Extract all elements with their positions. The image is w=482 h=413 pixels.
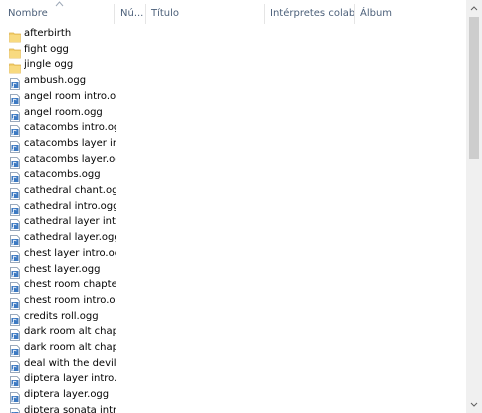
file-row[interactable]: diptera sonata intro... bbox=[6, 403, 116, 413]
audio-file-icon bbox=[9, 107, 21, 122]
audio-file-icon bbox=[9, 264, 21, 279]
file-name: angel room.ogg bbox=[24, 106, 103, 118]
audio-file-icon bbox=[9, 91, 21, 106]
file-row[interactable]: catacombs intro.ogg bbox=[6, 120, 116, 138]
file-row[interactable]: diptera layer intro.o... bbox=[6, 371, 116, 389]
audio-file-icon bbox=[9, 373, 21, 389]
folder-row[interactable]: afterbirth bbox=[6, 26, 112, 43]
audio-file-icon bbox=[9, 138, 21, 153]
file-list: afterbirth fight ogg jingle ogg ambush.ogg a… bbox=[0, 26, 466, 413]
vertical-scrollbar[interactable] bbox=[466, 0, 482, 413]
audio-file-icon bbox=[9, 311, 21, 326]
column-header-artists[interactable]: Intérpretes colabo... bbox=[264, 0, 354, 26]
file-row[interactable]: catacombs layer int... bbox=[6, 136, 116, 153]
file-row[interactable]: credits roll.ogg bbox=[6, 309, 112, 326]
audio-file-icon bbox=[9, 216, 21, 232]
file-name: chest layer intro.ogg bbox=[24, 247, 116, 259]
file-name: chest room intro.ogg bbox=[24, 294, 116, 306]
file-row[interactable]: cathedral layer.ogg bbox=[6, 230, 116, 247]
file-row[interactable]: diptera layer.ogg bbox=[6, 387, 112, 404]
column-header-bar: Nombre Nú... Título Intérpretes colabo..… bbox=[0, 0, 466, 26]
file-name: diptera sonata intro... bbox=[24, 404, 116, 413]
folder-icon bbox=[9, 59, 21, 74]
file-name: ambush.ogg bbox=[24, 75, 87, 87]
file-name: dark room alt chapt... bbox=[24, 342, 116, 353]
file-name: jingle ogg bbox=[24, 59, 74, 71]
file-name: catacombs.ogg bbox=[24, 169, 101, 181]
folder-row[interactable]: fight ogg bbox=[6, 42, 112, 59]
audio-file-icon bbox=[9, 122, 21, 138]
file-name: catacombs layer.ogg bbox=[24, 153, 116, 165]
file-row[interactable]: deal with the devil.... bbox=[6, 356, 116, 373]
file-name: chest layer.ogg bbox=[24, 263, 101, 275]
folder-icon bbox=[9, 28, 21, 43]
audio-file-icon bbox=[9, 232, 21, 247]
audio-file-icon bbox=[9, 185, 21, 200]
audio-file-icon bbox=[9, 154, 21, 169]
chevron-up-icon[interactable] bbox=[466, 0, 482, 17]
audio-file-icon bbox=[9, 295, 21, 310]
file-name: catacombs layer int... bbox=[24, 137, 116, 149]
file-name: cathedral layer.ogg bbox=[24, 232, 116, 244]
file-row[interactable]: cathedral intro.ogg bbox=[6, 199, 116, 216]
file-name: cathedral layer intro... bbox=[24, 216, 116, 228]
file-name: diptera layer.ogg bbox=[24, 389, 110, 401]
file-row[interactable]: ambush.ogg bbox=[6, 73, 112, 90]
file-name: catacombs intro.ogg bbox=[24, 122, 116, 134]
file-row[interactable]: chest room intro.ogg bbox=[6, 293, 116, 310]
folder-row[interactable]: jingle ogg bbox=[6, 57, 112, 74]
file-name: angel room intro.ogg bbox=[24, 90, 116, 102]
file-row[interactable]: chest room chapter... bbox=[6, 277, 116, 295]
file-row[interactable]: catacombs.ogg bbox=[6, 167, 112, 185]
file-name: chest room chapter... bbox=[24, 279, 116, 291]
file-name: afterbirth bbox=[24, 28, 72, 39]
audio-file-icon bbox=[9, 389, 21, 404]
file-row[interactable]: dark room alt chapt... bbox=[6, 340, 116, 357]
file-row[interactable]: dark room alt chapt... bbox=[6, 324, 116, 342]
column-header-name[interactable]: Nombre bbox=[2, 0, 114, 26]
column-header-album[interactable]: Álbum bbox=[354, 0, 462, 26]
file-name: credits roll.ogg bbox=[24, 310, 99, 322]
audio-file-icon bbox=[9, 342, 21, 357]
file-row[interactable]: catacombs layer.ogg bbox=[6, 152, 116, 169]
file-name: diptera layer intro.o... bbox=[24, 373, 116, 385]
file-name: cathedral intro.ogg bbox=[24, 200, 116, 212]
file-name: cathedral chant.ogg bbox=[24, 185, 116, 196]
file-row[interactable]: angel room intro.ogg bbox=[6, 89, 116, 106]
file-name: fight ogg bbox=[24, 43, 69, 55]
column-header-number[interactable]: Nú... bbox=[114, 0, 145, 26]
file-row[interactable]: chest layer.ogg bbox=[6, 262, 112, 279]
audio-file-icon bbox=[9, 405, 21, 413]
audio-file-icon bbox=[9, 201, 21, 216]
audio-file-icon bbox=[9, 326, 21, 342]
file-explorer-window: Nombre Nú... Título Intérpretes colabo..… bbox=[0, 0, 482, 413]
column-header-title[interactable]: Título bbox=[145, 0, 264, 26]
audio-file-icon bbox=[9, 169, 21, 185]
folder-icon bbox=[9, 44, 21, 59]
chevron-down-icon[interactable] bbox=[466, 396, 482, 413]
audio-file-icon bbox=[9, 75, 21, 90]
audio-file-icon bbox=[9, 358, 21, 373]
audio-file-icon bbox=[9, 248, 21, 263]
file-name: deal with the devil.... bbox=[24, 357, 116, 369]
file-row[interactable]: angel room.ogg bbox=[6, 105, 112, 122]
file-row[interactable]: cathedral chant.ogg bbox=[6, 183, 116, 200]
scrollbar-thumb[interactable] bbox=[469, 17, 479, 159]
file-row[interactable]: cathedral layer intro... bbox=[6, 214, 116, 232]
file-name: dark room alt chapt... bbox=[24, 326, 116, 338]
file-row[interactable]: chest layer intro.ogg bbox=[6, 246, 116, 263]
audio-file-icon bbox=[9, 279, 21, 295]
